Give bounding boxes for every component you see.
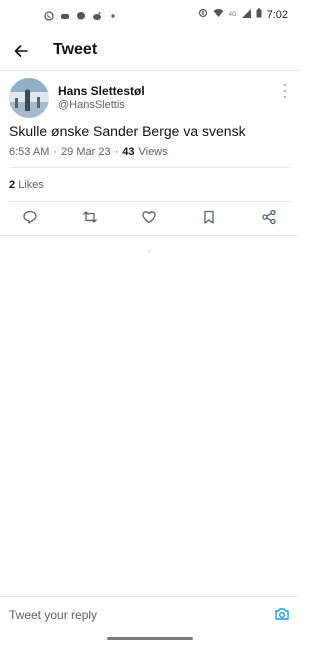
whatsapp-icon xyxy=(44,8,54,21)
likes-count[interactable]: 2 xyxy=(9,179,15,191)
back-button[interactable] xyxy=(10,40,32,62)
divider xyxy=(9,167,291,168)
bookmark-button[interactable] xyxy=(200,208,218,226)
views-label[interactable]: Views xyxy=(138,146,167,158)
reddit-icon xyxy=(92,8,102,20)
battery-icon xyxy=(256,8,262,21)
divider xyxy=(0,235,300,236)
retweet-icon xyxy=(83,211,97,223)
avatar[interactable] xyxy=(9,78,49,118)
signal-icon xyxy=(241,8,251,21)
tweet-time: 6:53 AM xyxy=(9,146,50,158)
header-divider xyxy=(0,70,300,71)
more-dots-icon xyxy=(284,84,286,86)
heart-icon xyxy=(142,211,156,224)
dot-icon xyxy=(108,8,118,18)
app-bar: Tweet xyxy=(0,30,300,70)
home-indicator[interactable] xyxy=(107,637,193,640)
retweet-button[interactable] xyxy=(81,208,99,226)
tweet-date: 29 Mar 23 xyxy=(61,146,111,158)
divider xyxy=(9,201,291,202)
meta-separator: · xyxy=(53,146,58,158)
share-button[interactable] xyxy=(260,208,278,226)
system-icons: 4G 7:02 xyxy=(198,8,288,21)
action-bar xyxy=(0,208,300,230)
reply-divider xyxy=(0,596,300,597)
meta-separator: · xyxy=(114,146,119,158)
reply-icon xyxy=(23,210,37,224)
like-button[interactable] xyxy=(140,208,158,226)
messenger-icon xyxy=(76,8,86,20)
author-handle[interactable]: @HansSlettis xyxy=(58,99,125,111)
page-title: Tweet xyxy=(53,41,98,58)
notification-icons xyxy=(44,8,118,21)
gamepad-icon xyxy=(60,8,70,19)
likes-label[interactable]: Likes xyxy=(18,179,44,191)
status-bar: 4G 7:02 xyxy=(0,0,300,30)
tweet-meta: 6:53 AM · 29 Mar 23 · 43 Views xyxy=(9,146,168,158)
reply-button[interactable] xyxy=(21,208,39,226)
more-options-button[interactable] xyxy=(280,84,290,98)
reply-input[interactable] xyxy=(9,606,249,624)
tweet-text: Skulle ønske Sander Berge va svensk xyxy=(9,123,246,139)
camera-icon xyxy=(275,608,289,620)
network-type: 4G xyxy=(228,11,237,18)
views-count[interactable]: 43 xyxy=(122,146,134,158)
vibrate-icon xyxy=(198,8,208,21)
bookmark-icon xyxy=(204,210,214,224)
clock: 7:02 xyxy=(266,8,288,21)
share-icon xyxy=(262,209,276,225)
likes-summary[interactable]: 2 Likes xyxy=(9,179,44,191)
loading-indicator xyxy=(148,250,150,252)
author-name[interactable]: Hans Slettestøl xyxy=(58,84,145,98)
camera-button[interactable] xyxy=(274,606,290,622)
wifi-icon xyxy=(213,8,224,21)
back-arrow-icon xyxy=(14,45,28,57)
